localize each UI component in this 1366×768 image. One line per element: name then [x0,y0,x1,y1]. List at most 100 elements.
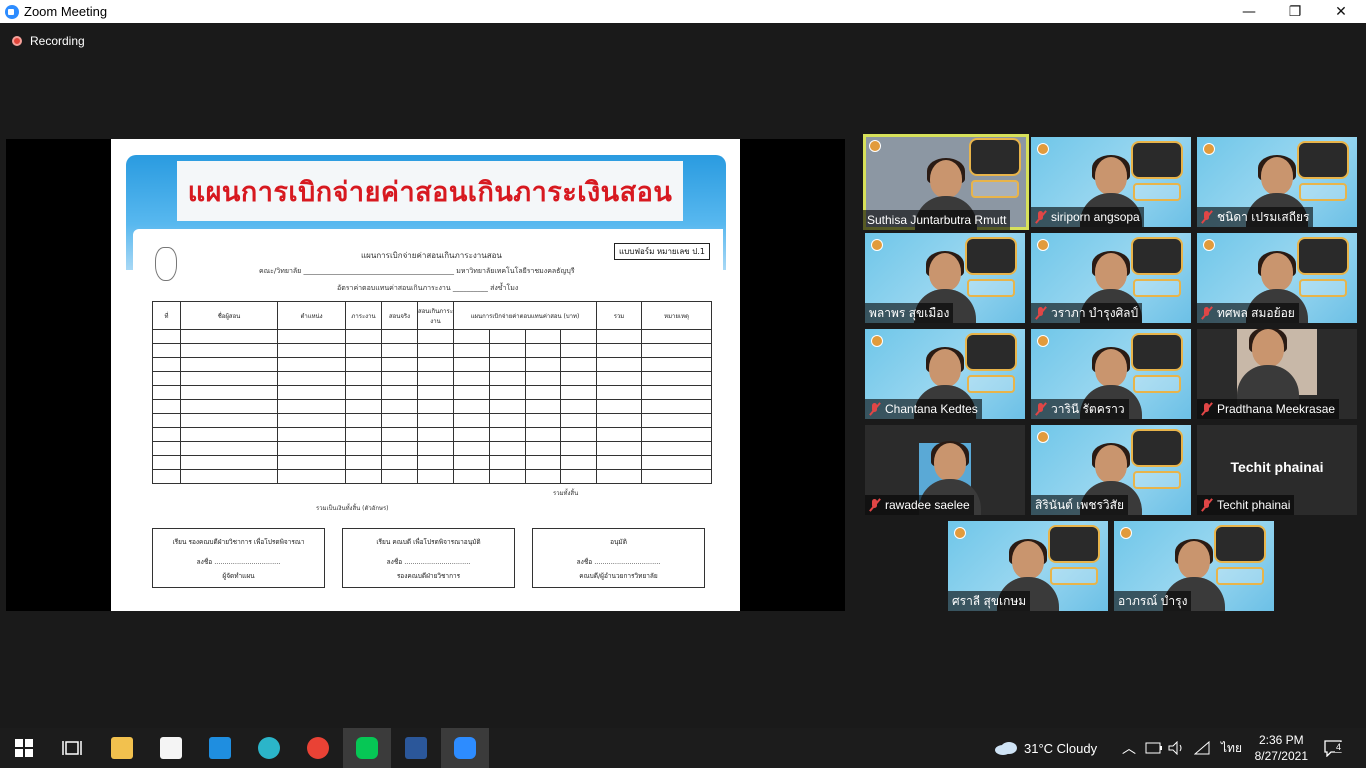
participant-tile[interactable]: Pradthana Meekrasae [1197,329,1357,419]
notification-center-icon[interactable]: 4 [1323,728,1343,768]
table-cell [345,427,382,442]
participant-tile[interactable]: Chantana Kedtes [865,329,1025,419]
system-clock[interactable]: 2:36 PM 8/27/2021 [1255,732,1308,764]
table-header: ภาระงาน [345,301,382,330]
rate-line: อัตราค่าตอบแทนค่าสอนเกินภาระงาน ________… [337,284,519,292]
table-row [152,385,712,400]
table-cell [277,427,346,442]
table-cell [345,329,382,344]
participant-tile[interactable]: rawadee saelee [865,425,1025,515]
table-cell [345,357,382,372]
table-cell [417,329,454,344]
word-icon[interactable] [392,728,440,768]
show-hidden-icons-chevron-icon[interactable]: ︿ [1122,728,1136,768]
table-cell [277,469,346,484]
volume-icon[interactable] [1168,728,1186,768]
participant-name: siriporn angsopa [1051,210,1140,224]
task-view-icon[interactable] [48,728,96,768]
box2-line1: เรียน คณบดี เพื่อโปรดพิจารณาอนุมัติ [376,538,481,546]
clock-date: 8/27/2021 [1254,749,1308,763]
windows-taskbar: 31°C Cloudy ︿ ไทย 2:36 PM 8/27/2021 4 [0,728,1366,768]
participant-tile[interactable]: Suthisa Juntarbutra Rmutt [863,134,1029,230]
chrome-icon[interactable] [294,728,342,768]
table-cell [596,357,642,372]
table-cell [381,343,418,358]
table-cell [596,413,642,428]
participant-name: Techit phainai [1217,498,1291,512]
rmutt-logo-icon [869,140,881,152]
table-cell [453,371,490,386]
table-cell [488,385,526,400]
participant-name-bar: Chantana Kedtes [865,399,982,419]
participant-head [1252,329,1284,367]
zoom-icon[interactable] [441,728,489,768]
table-cell [596,441,642,456]
mic-muted-icon [1201,498,1213,512]
table-header: สอนจริง [381,301,418,330]
table-cell [277,455,346,470]
battery-icon[interactable] [1145,728,1163,768]
shared-screen[interactable]: แผนการเบิกจ่ายค่าสอนเกินภาระเงินสอน แบบฟ… [6,139,845,611]
table-cell [180,413,278,428]
recording-label: Recording [30,34,85,48]
amount-note: รวมเป็นเงินทั้งสิ้น (ตัวอักษร) [316,505,389,512]
shared-slide: แผนการเบิกจ่ายค่าสอนเกินภาระเงินสอน แบบฟ… [111,139,740,611]
table-cell [180,385,278,400]
box3-line1: อนุมัติ [610,538,627,546]
table-row [152,357,712,372]
participant-tile[interactable]: siriporn angsopa [1031,137,1191,227]
box1-line3: ผู้จัดทำแผน [222,572,255,580]
participant-head [1012,541,1044,579]
participant-head [1095,349,1127,387]
table-cell [381,413,418,428]
recording-indicator[interactable]: Recording [12,34,85,48]
file-explorer-icon[interactable] [98,728,146,768]
participant-tile[interactable]: วารินี รัตคราว [1031,329,1191,419]
box2-line2: ลงชื่อ ................................ [386,558,471,566]
participant-tile[interactable]: ชนิดา เปรมเสถียร [1197,137,1357,227]
table-cell [180,427,278,442]
microsoft-store-icon[interactable] [147,728,195,768]
participant-tile[interactable]: ทศพล สมอย้อย [1197,233,1357,323]
faculty-line: คณะ/วิทยาลัย ___________________________… [259,267,575,275]
document-title: แผนการเบิกจ่ายค่าสอนเกินภาระงานสอน [361,251,502,260]
participant-tile[interactable]: อาภรณ์ บำรุง [1114,521,1274,611]
table-cell [641,427,712,442]
table-row [152,413,712,428]
table-cell [417,343,454,358]
mail-icon[interactable] [196,728,244,768]
table-header: สอนเกินภาระงาน [417,301,454,330]
rmutt-logo-icon [1203,239,1215,251]
participant-head [1095,253,1127,291]
table-cell [596,455,642,470]
line-icon[interactable] [343,728,391,768]
edge-icon[interactable] [245,728,293,768]
table-cell [381,385,418,400]
restore-button[interactable]: ❐ [1272,0,1318,23]
participant-tile[interactable]: วราภา บำรุงศิลป์ [1031,233,1191,323]
close-button[interactable]: ✕ [1318,0,1364,23]
participant-tile[interactable]: พลาพร สุขเมือง [865,233,1025,323]
minimize-button[interactable]: — [1226,0,1272,23]
weather-widget[interactable]: 31°C Cloudy [994,728,1097,768]
table-cell [180,399,278,414]
table-cell [560,413,597,428]
rmutt-logo-icon [1037,335,1049,347]
table-cell [381,427,418,442]
table-row [152,469,712,484]
table-cell [417,413,454,428]
participant-name-bar: Suthisa Juntarbutra Rmutt [863,210,1011,230]
participant-tile[interactable]: Techit phainai Techit phainai [1197,425,1357,515]
windows-start-icon[interactable] [0,728,48,768]
table-cell [524,385,562,400]
mic-muted-icon [1035,402,1047,416]
wifi-icon[interactable] [1194,728,1210,768]
language-indicator[interactable]: ไทย [1221,728,1242,768]
table-cell [560,329,597,344]
participant-name: Suthisa Juntarbutra Rmutt [867,213,1007,227]
participant-tile[interactable]: ศราลี สุขเกษม [948,521,1108,611]
participant-tile[interactable]: สิรินันต์ เพชรวิสัย [1031,425,1191,515]
table-cell [641,455,712,470]
approval-box-1: เรียน รองคณบดีฝ่ายวิชาการ เพื่อโปรดพิจาร… [152,528,325,588]
participant-name: rawadee saelee [885,498,970,512]
